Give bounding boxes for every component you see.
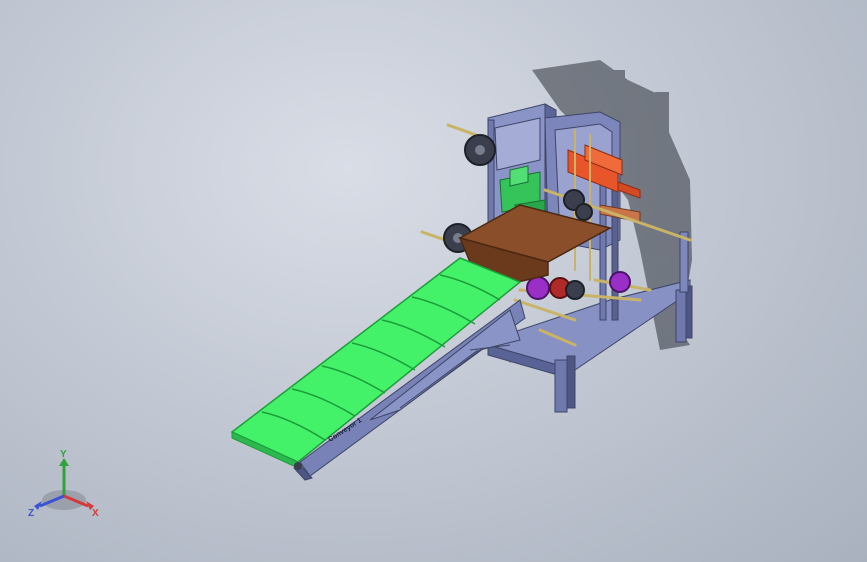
gear-purple-left [526, 276, 550, 300]
machine-3d-model[interactable]: Conveyor 1 [0, 0, 867, 562]
z-axis-label: Z [28, 508, 34, 519]
x-axis-label: X [92, 508, 99, 519]
cad-viewport[interactable]: Conveyor 1 Y X Z [0, 0, 867, 562]
green-conveyor-belt [230, 257, 522, 470]
gear-purple-right [609, 271, 631, 293]
view-orientation-triad[interactable]: Y X Z [24, 446, 104, 526]
y-axis-label: Y [60, 449, 67, 460]
